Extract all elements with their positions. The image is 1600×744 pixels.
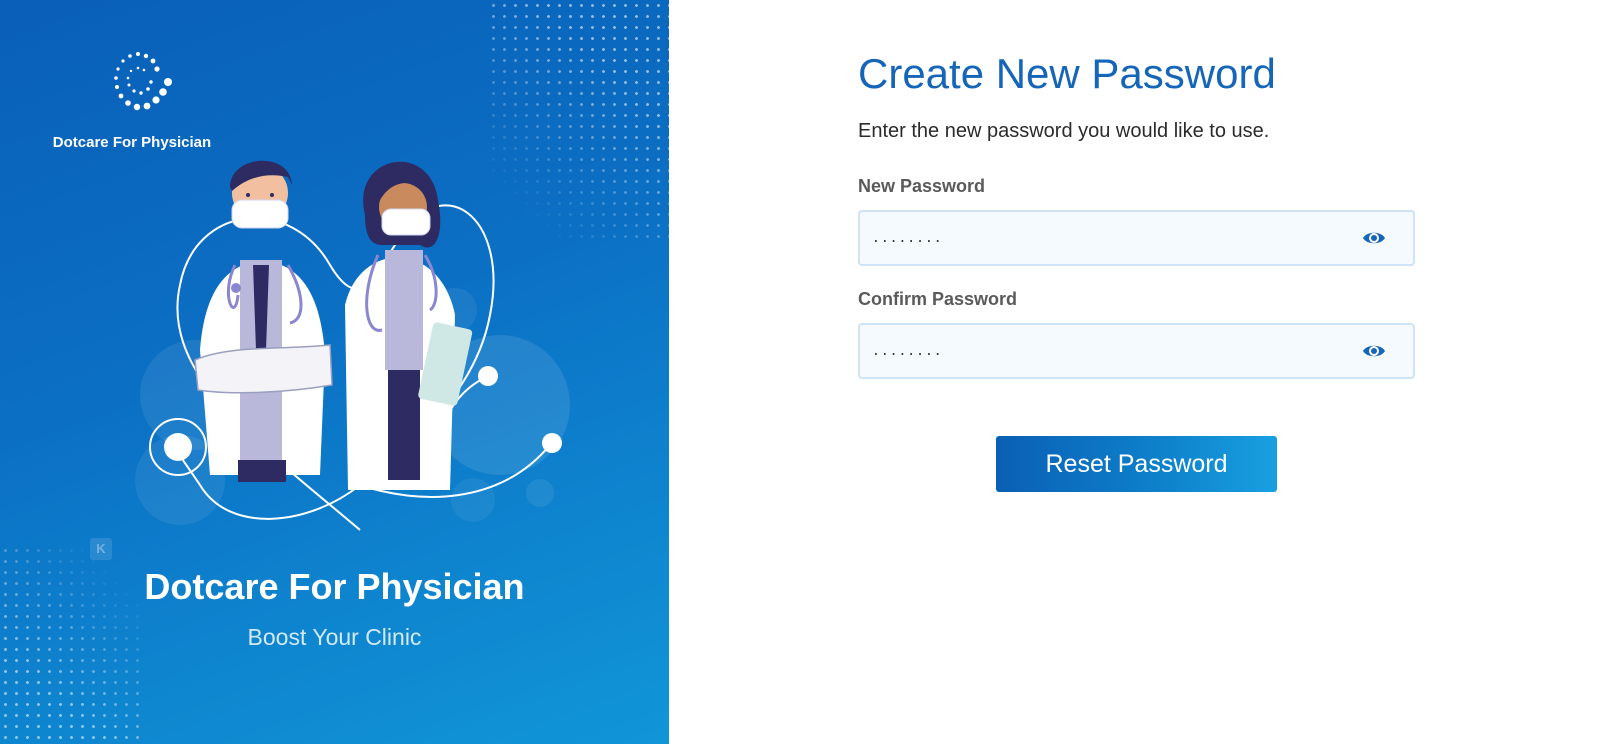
doctors-illustration: [135, 160, 570, 531]
page-description: Enter the new password you would like to…: [858, 120, 1270, 142]
eye-icon[interactable]: [1361, 339, 1387, 363]
new-password-input[interactable]: [872, 212, 1342, 264]
confirm-password-label: Confirm Password: [858, 289, 1018, 309]
page-title: Create New Password: [858, 50, 1276, 97]
brand-title: Dotcare For Physician: [144, 566, 525, 607]
reset-password-button[interactable]: Reset Password: [996, 436, 1277, 492]
new-password-label: New Password: [858, 176, 986, 196]
eye-icon[interactable]: [1361, 226, 1387, 250]
brand-tagline: Boost Your Clinic: [247, 624, 422, 650]
new-password-field: [858, 210, 1415, 266]
confirm-password-input[interactable]: [872, 325, 1342, 377]
dotted-ring-logo-icon: [114, 52, 172, 111]
confirm-password-field: [858, 323, 1415, 379]
brand-panel: Dotcare For Physician K Dotcare For Phys…: [0, 0, 669, 744]
reset-password-page: Dotcare For Physician K Dotcare For Phys…: [0, 0, 1600, 744]
watermark-badge: K: [90, 538, 112, 560]
